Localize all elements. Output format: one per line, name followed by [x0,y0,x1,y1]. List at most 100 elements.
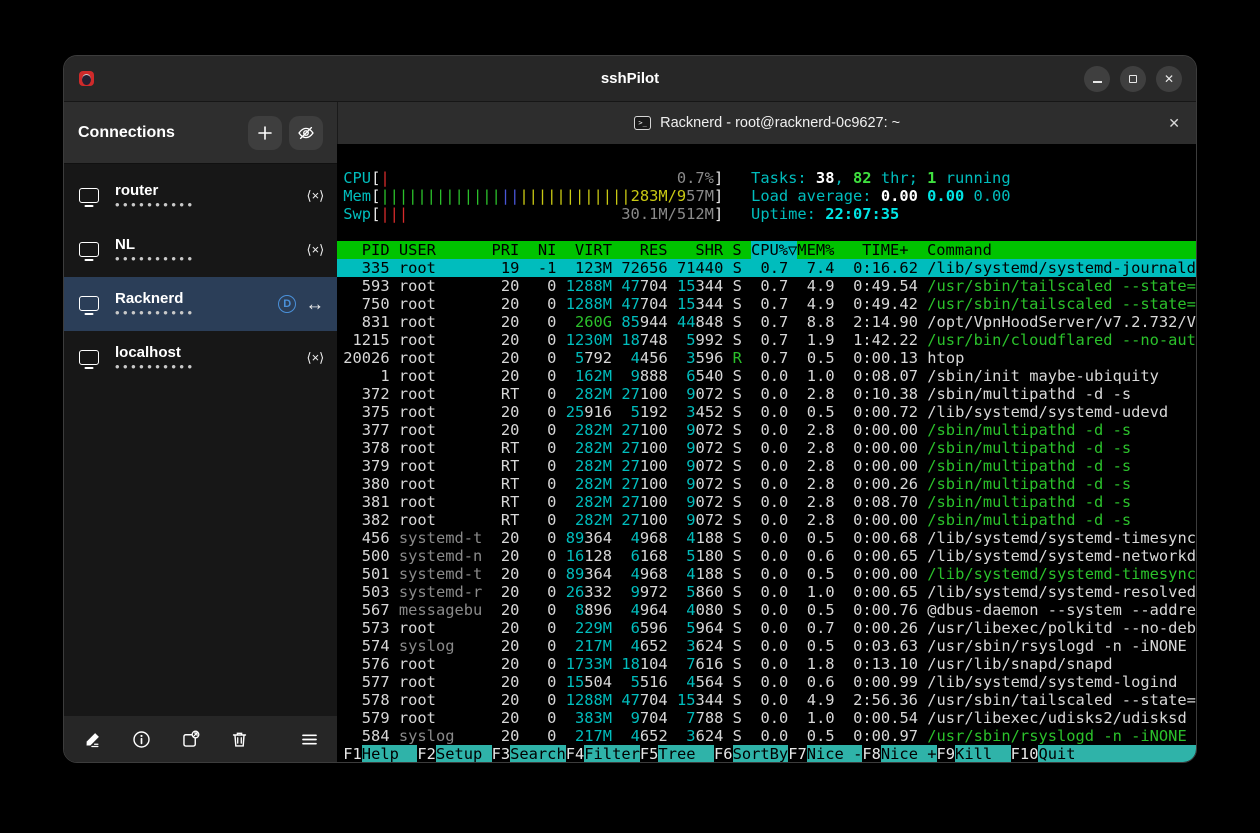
fn-label-help[interactable]: Help [362,745,418,763]
terminal-screen[interactable]: CPU[| 0.7%] Tasks: 38, 82 thr; 1 running… [337,144,1196,763]
fn-key-f2[interactable]: F2 [417,745,436,763]
process-row[interactable]: 578 root 20 0 1288M 47704 15344 S 0.0 4.… [337,691,1196,709]
fn-key-f3[interactable]: F3 [492,745,511,763]
sidebar: Connections [64,102,337,763]
terminal-icon: >_ [634,116,651,130]
monitor-icon [79,242,99,257]
fn-label-nice-[interactable]: Nice - [807,745,863,763]
process-row[interactable]: 1 root 20 0 162M 9888 6540 S 0.0 1.0 0:0… [337,367,1196,385]
connections-title: Connections [78,124,175,142]
process-row[interactable]: 577 root 20 0 15504 5516 4564 S 0.0 0.6 … [337,673,1196,691]
minimize-button[interactable] [1084,66,1110,92]
plus-icon [257,125,273,141]
process-row[interactable]: 20026 root 20 0 5792 4456 3596 R 0.7 0.5… [337,349,1196,367]
window-titlebar: sshPilot ✕ [64,56,1196,102]
process-row[interactable]: 831 root 20 0 260G 85944 44848 S 0.7 8.8… [337,313,1196,331]
tab-title: Racknerd - root@racknerd-0c9627: ~ [660,115,900,131]
add-connection-button[interactable] [248,116,282,150]
hide-passwords-button[interactable] [289,116,323,150]
fn-label-quit[interactable]: Quit [1038,745,1094,763]
delete-connection-button[interactable] [229,730,249,750]
fn-label-filter[interactable]: Filter [584,745,640,763]
disconnected-icon: ⟨×⟩ [307,242,325,258]
process-row[interactable]: 372 root RT 0 282M 27100 9072 S 0.0 2.8 … [337,385,1196,403]
connection-item-localhost[interactable]: localhost••••••••••⟨×⟩ [64,331,337,385]
process-row[interactable]: 750 root 20 0 1288M 47704 15344 S 0.7 4.… [337,295,1196,313]
process-row[interactable]: 573 root 20 0 229M 6596 5964 S 0.0 0.7 0… [337,619,1196,637]
info-button[interactable] [131,730,151,750]
fn-key-f5[interactable]: F5 [640,745,659,763]
connected-icon: ↔ [305,298,324,311]
process-row[interactable]: 335 root 19 -1 123M 72656 71440 S 0.7 7.… [337,259,1196,277]
connection-item-router[interactable]: router••••••••••⟨×⟩ [64,169,337,223]
fn-key-f10[interactable]: F10 [1011,745,1039,763]
fn-label-nice+[interactable]: Nice + [881,745,937,763]
pencil-icon [83,730,102,749]
process-row[interactable]: 500 systemd-n 20 0 16128 6168 5180 S 0.0… [337,547,1196,565]
fn-key-f4[interactable]: F4 [566,745,585,763]
tab-close-button[interactable]: ✕ [1168,115,1180,132]
new-terminal-button[interactable] [180,730,200,750]
process-row[interactable]: 503 systemd-r 20 0 26332 9972 5860 S 0.0… [337,583,1196,601]
fn-key-f9[interactable]: F9 [937,745,956,763]
new-window-icon [181,730,200,749]
monitor-icon [79,188,99,203]
maximize-icon [1129,75,1137,83]
disconnected-icon: ⟨×⟩ [307,188,325,204]
connection-item-nl[interactable]: NL••••••••••⟨×⟩ [64,223,337,277]
fn-label-search[interactable]: Search [510,745,566,763]
sidebar-header: Connections [64,102,337,164]
process-row[interactable]: 579 root 20 0 383M 9704 7788 S 0.0 1.0 0… [337,709,1196,727]
main-pane: >_ Racknerd - root@racknerd-0c9627: ~ ✕ … [337,102,1196,763]
process-row[interactable]: 382 root RT 0 282M 27100 9072 S 0.0 2.8 … [337,511,1196,529]
fn-label-kill[interactable]: Kill [955,745,1011,763]
process-row[interactable]: 375 root 20 0 25916 5192 3452 S 0.0 0.5 … [337,403,1196,421]
terminal-tab[interactable]: >_ Racknerd - root@racknerd-0c9627: ~ ✕ [337,102,1196,144]
blank-line [337,223,1196,241]
fn-key-f1[interactable]: F1 [343,745,362,763]
connection-password-dots: •••••••••• [115,308,196,318]
fn-label-setup[interactable]: Setup [436,745,492,763]
process-row[interactable]: 576 root 20 0 1733M 18104 7616 S 0.0 1.8… [337,655,1196,673]
meter-line: Swp[||| 30.1M/512M] Uptime: 22:07:35 [337,205,1196,223]
hamburger-icon [300,730,319,749]
process-row[interactable]: 501 systemd-t 20 0 89364 4968 4188 S 0.0… [337,565,1196,583]
trash-icon [230,730,249,749]
process-row[interactable]: 381 root RT 0 282M 27100 9072 S 0.0 2.8 … [337,493,1196,511]
process-row[interactable]: 574 syslog 20 0 217M 4652 3624 S 0.0 0.5… [337,637,1196,655]
function-key-bar: F1Help F2Setup F3SearchF4FilterF5Tree F6… [337,745,1196,763]
close-button[interactable]: ✕ [1156,66,1182,92]
app-icon [79,71,94,86]
process-row[interactable]: 379 root RT 0 282M 27100 9072 S 0.0 2.8 … [337,457,1196,475]
process-row[interactable]: 1215 root 20 0 1230M 18748 5992 S 0.7 1.… [337,331,1196,349]
monitor-icon [79,296,99,311]
process-row[interactable]: 377 root 20 0 282M 27100 9072 S 0.0 2.8 … [337,421,1196,439]
menu-button[interactable] [299,730,319,750]
disconnected-icon: ⟨×⟩ [307,350,325,366]
connection-item-racknerd[interactable]: Racknerd••••••••••D↔ [64,277,337,331]
process-row[interactable]: 584 syslog 20 0 217M 4652 3624 S 0.0 0.5… [337,727,1196,745]
info-icon [132,730,151,749]
connection-password-dots: •••••••••• [115,254,196,264]
maximize-button[interactable] [1120,66,1146,92]
meter-line: CPU[| 0.7%] Tasks: 38, 82 thr; 1 running [337,169,1196,187]
fn-bar-fill [1094,745,1196,763]
app-window: sshPilot ✕ Connections [63,55,1197,763]
process-row[interactable]: 456 systemd-t 20 0 89364 4968 4188 S 0.0… [337,529,1196,547]
close-icon: ✕ [1164,73,1174,85]
dynamic-forwarding-badge: D [278,295,296,313]
process-row[interactable]: 378 root RT 0 282M 27100 9072 S 0.0 2.8 … [337,439,1196,457]
monitor-icon [79,350,99,365]
fn-label-sortby[interactable]: SortBy [733,745,789,763]
fn-key-f8[interactable]: F8 [862,745,881,763]
fn-key-f6[interactable]: F6 [714,745,733,763]
fn-label-tree[interactable]: Tree [658,745,714,763]
connection-password-dots: •••••••••• [115,200,196,210]
process-row[interactable]: 567 messagebu 20 0 8896 4964 4080 S 0.0 … [337,601,1196,619]
process-row[interactable]: 593 root 20 0 1288M 47704 15344 S 0.7 4.… [337,277,1196,295]
edit-connection-button[interactable] [82,730,102,750]
process-row[interactable]: 380 root RT 0 282M 27100 9072 S 0.0 2.8 … [337,475,1196,493]
meter-line: Mem[|||||||||||||||||||||||||||283M/957M… [337,187,1196,205]
fn-key-f7[interactable]: F7 [788,745,807,763]
eye-off-icon [297,124,315,142]
